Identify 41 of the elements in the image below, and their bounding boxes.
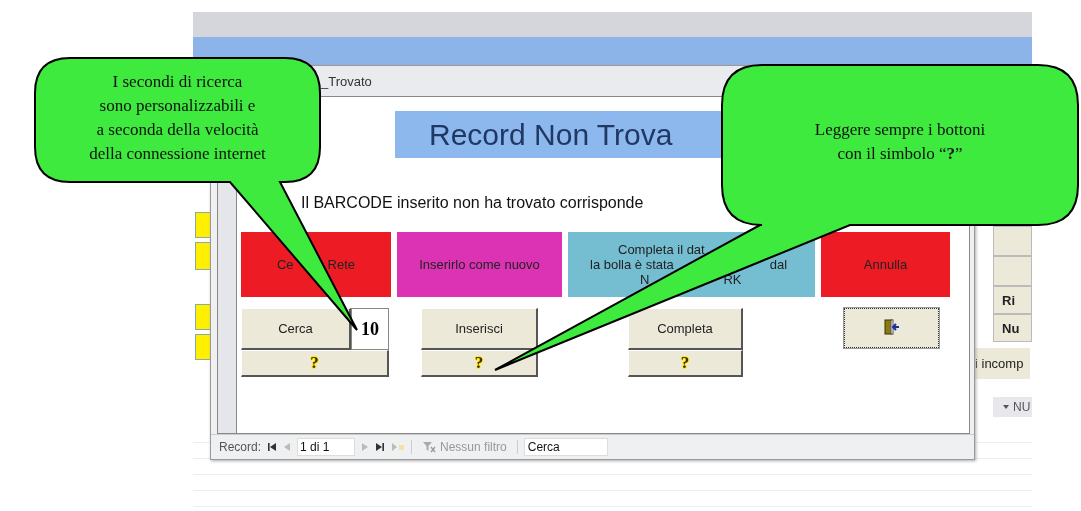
exit-button[interactable]: [844, 308, 939, 348]
form-field[interactable]: [195, 212, 211, 238]
record-position-field[interactable]: 1 di 1: [297, 438, 356, 456]
door-arrow-icon: [882, 318, 901, 335]
search-button[interactable]: Cerca: [241, 308, 351, 350]
last-record-icon[interactable]: [375, 442, 386, 452]
filter-icon: [422, 441, 437, 453]
seconds-field[interactable]: 10: [351, 308, 389, 350]
dropdown-arrow-icon[interactable]: [1003, 405, 1009, 409]
help-button[interactable]: ?: [628, 350, 743, 377]
label-text: la bolla è stata: [590, 257, 674, 272]
column-title: NU: [1013, 400, 1031, 414]
toolbar-button[interactable]: [993, 256, 1032, 286]
label-text: dal: [769, 257, 788, 272]
label-text: Completa il dat: [618, 242, 705, 257]
action-button[interactable]: Completa: [628, 308, 743, 350]
next-record-icon[interactable]: [361, 442, 370, 452]
form-field[interactable]: [195, 242, 211, 270]
help-button[interactable]: ?: [421, 350, 538, 377]
label-text: Inserirlo come nuovo: [419, 257, 540, 272]
callout-text: Leggere sempre i bottoni con il simbolo “?”: [813, 119, 987, 165]
toolbar-button[interactable]: [993, 226, 1032, 256]
message-text: Il BARCODE inserito non ha trovato corrisponde: [301, 194, 645, 212]
label-text: Ce: [276, 257, 294, 272]
new-record-icon[interactable]: [391, 442, 406, 452]
label-text: N: [640, 272, 650, 287]
label-text: Annulla: [863, 257, 908, 272]
side-label: i incomp: [973, 348, 1030, 379]
label-text: Rete: [327, 257, 356, 272]
callout-text: I secondi di ricerca sono personalizzabili e a seconda della velocità della connessione internet: [88, 71, 267, 165]
action-button[interactable]: Inserisci: [421, 308, 538, 350]
help-button[interactable]: ?: [241, 350, 389, 377]
window-title: _Trovato: [321, 73, 372, 89]
previous-record-icon[interactable]: [283, 442, 292, 452]
record-label: Record:: [219, 440, 262, 454]
form-field[interactable]: [195, 334, 211, 360]
side-button[interactable]: Ri: [993, 286, 1032, 314]
search-field[interactable]: Cerca: [523, 438, 608, 456]
form-field[interactable]: [195, 304, 211, 330]
side-button[interactable]: Nu: [993, 314, 1032, 342]
first-record-icon[interactable]: [267, 442, 278, 452]
